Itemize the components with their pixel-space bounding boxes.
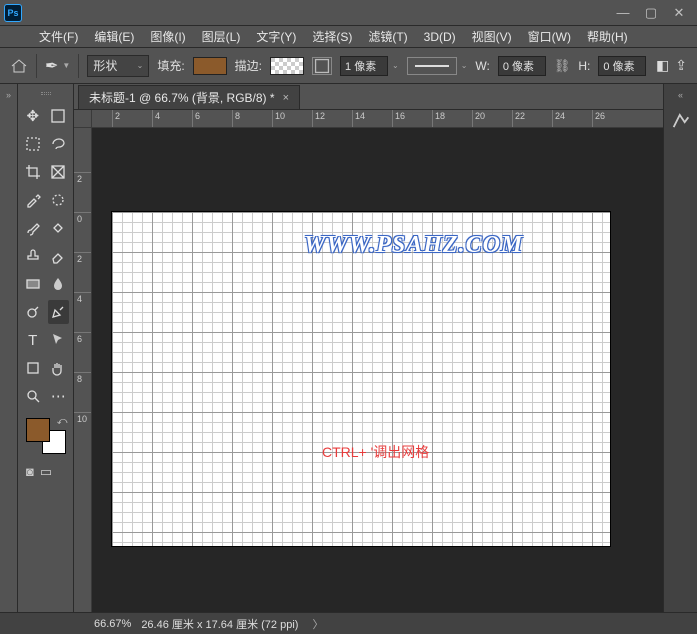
eraser-tool[interactable] bbox=[48, 244, 70, 268]
vertical-ruler[interactable]: 20246810 bbox=[74, 128, 92, 612]
dock-collapse-column: » bbox=[0, 84, 18, 612]
screenmode-icon[interactable]: ▭ bbox=[40, 464, 52, 480]
stroke-width-field[interactable] bbox=[340, 56, 388, 76]
align-icon[interactable]: ◧ bbox=[656, 57, 669, 74]
artboard-tool[interactable] bbox=[48, 104, 70, 128]
document-tab-title: 未标题-1 @ 66.7% (背景, RGB/8) * bbox=[89, 89, 275, 106]
swap-colors-icon[interactable]: ⤺ bbox=[57, 416, 68, 427]
expand-arrow-icon[interactable]: » bbox=[6, 90, 11, 100]
fill-label: 填充: bbox=[157, 57, 184, 74]
fill-color-swatch[interactable] bbox=[193, 57, 227, 75]
menu-help[interactable]: 帮助(H) bbox=[580, 26, 635, 47]
foreground-color[interactable] bbox=[26, 418, 50, 442]
gradient-tool[interactable] bbox=[22, 272, 44, 296]
menu-3d[interactable]: 3D(D) bbox=[417, 28, 463, 46]
menu-type[interactable]: 文字(Y) bbox=[249, 26, 303, 47]
zoom-tool[interactable] bbox=[22, 384, 44, 408]
horizontal-ruler[interactable]: 2468101214161820222426 bbox=[92, 110, 663, 128]
chevron-down-icon[interactable]: ⌄ bbox=[392, 61, 399, 70]
move-tool[interactable]: ✥ bbox=[22, 104, 44, 128]
stroke-style-select[interactable] bbox=[407, 57, 457, 75]
minimize-button[interactable]: — bbox=[609, 3, 637, 23]
close-tab-icon[interactable]: × bbox=[283, 92, 289, 104]
chevron-down-icon[interactable]: ⌄ bbox=[461, 61, 468, 70]
brush-tool[interactable] bbox=[22, 216, 44, 240]
chevron-down-icon: ⌄ bbox=[137, 61, 144, 70]
pen-tool[interactable] bbox=[48, 300, 70, 324]
link-icon[interactable]: ⛓ bbox=[554, 58, 571, 74]
stamp-tool[interactable] bbox=[22, 244, 44, 268]
lasso-tool[interactable] bbox=[48, 132, 70, 156]
stroke-align-icon[interactable] bbox=[312, 57, 332, 75]
document-area: 未标题-1 @ 66.7% (背景, RGB/8) * × 2468101214… bbox=[74, 84, 663, 612]
height-label: H: bbox=[578, 59, 590, 73]
home-icon[interactable] bbox=[10, 58, 28, 74]
menu-window[interactable]: 窗口(W) bbox=[521, 26, 578, 47]
quick-select-tool[interactable] bbox=[48, 188, 70, 212]
menu-layer[interactable]: 图层(L) bbox=[195, 26, 248, 47]
options-bar: ✒ ▼ 形状 ⌄ 填充: 描边: ⌄ ⌄ W: ⛓ H: ◧ ⇪ bbox=[0, 48, 697, 84]
menu-file[interactable]: 文件(F) bbox=[32, 26, 85, 47]
close-button[interactable]: ✕ bbox=[665, 3, 693, 23]
menu-image[interactable]: 图像(I) bbox=[143, 26, 192, 47]
stroke-color-swatch[interactable] bbox=[270, 57, 304, 75]
dodge-tool[interactable] bbox=[22, 300, 44, 324]
type-tool[interactable]: T bbox=[22, 328, 44, 352]
panel-grip[interactable] bbox=[22, 92, 69, 100]
tool-mode-label: 形状 bbox=[93, 57, 117, 74]
app-logo: Ps bbox=[4, 4, 22, 22]
status-bar: 66.67% 26.46 厘米 x 17.64 厘米 (72 ppi) 〉 bbox=[0, 612, 697, 634]
menu-view[interactable]: 视图(V) bbox=[465, 26, 519, 47]
height-field[interactable] bbox=[598, 56, 646, 76]
path-select-tool[interactable] bbox=[48, 328, 70, 352]
canvas[interactable]: WWW.PSAHZ.COM CTRL+ '调出网格 bbox=[112, 212, 610, 546]
marquee-tool[interactable] bbox=[22, 132, 44, 156]
ruler-origin[interactable] bbox=[74, 110, 92, 128]
stroke-label: 描边: bbox=[235, 57, 262, 74]
watermark-text: WWW.PSAHZ.COM bbox=[304, 232, 523, 259]
share-icon[interactable]: ⇪ bbox=[675, 57, 687, 74]
doc-info[interactable]: 26.46 厘米 x 17.64 厘米 (72 ppi) bbox=[141, 616, 298, 632]
quickmask-icon[interactable]: ◙ bbox=[26, 464, 34, 480]
zoom-level[interactable]: 66.67% bbox=[94, 618, 131, 630]
tool-mode-select[interactable]: 形状 ⌄ bbox=[87, 55, 149, 77]
status-menu-icon[interactable]: 〉 bbox=[312, 616, 323, 632]
divider bbox=[36, 54, 37, 78]
hint-text: CTRL+ '调出网格 bbox=[322, 442, 429, 462]
menu-edit[interactable]: 编辑(E) bbox=[87, 26, 141, 47]
toolbox: ✥ bbox=[18, 84, 74, 612]
extra-tool[interactable]: ⋯ bbox=[48, 384, 70, 408]
width-field[interactable] bbox=[498, 56, 546, 76]
pen-tool-icon[interactable]: ✒ bbox=[45, 56, 58, 76]
collapse-arrow-icon[interactable]: « bbox=[678, 90, 683, 100]
chevron-down-icon[interactable]: ▼ bbox=[62, 61, 70, 70]
shape-tool[interactable] bbox=[22, 356, 44, 380]
menu-bar: 文件(F) 编辑(E) 图像(I) 图层(L) 文字(Y) 选择(S) 滤镜(T… bbox=[0, 26, 697, 48]
menu-filter[interactable]: 滤镜(T) bbox=[361, 26, 414, 47]
maximize-button[interactable]: ▢ bbox=[637, 3, 665, 23]
crop-tool[interactable] bbox=[22, 160, 44, 184]
color-wells: ⤺ bbox=[24, 416, 68, 456]
document-tab[interactable]: 未标题-1 @ 66.7% (背景, RGB/8) * × bbox=[78, 85, 300, 109]
heal-tool[interactable] bbox=[48, 216, 70, 240]
hand-tool[interactable] bbox=[48, 356, 70, 380]
eyedropper-tool[interactable] bbox=[22, 188, 44, 212]
blur-tool[interactable] bbox=[48, 272, 70, 296]
divider bbox=[78, 54, 79, 78]
panel-icon[interactable] bbox=[670, 110, 692, 132]
frame-tool[interactable] bbox=[48, 160, 70, 184]
menu-select[interactable]: 选择(S) bbox=[305, 26, 359, 47]
title-bar: Ps — ▢ ✕ bbox=[0, 0, 697, 26]
right-panel-dock: « bbox=[663, 84, 697, 612]
line-preview bbox=[415, 65, 449, 67]
canvas-viewport[interactable]: WWW.PSAHZ.COM CTRL+ '调出网格 bbox=[92, 128, 663, 612]
document-tabs: 未标题-1 @ 66.7% (背景, RGB/8) * × bbox=[74, 84, 663, 110]
width-label: W: bbox=[475, 59, 489, 73]
